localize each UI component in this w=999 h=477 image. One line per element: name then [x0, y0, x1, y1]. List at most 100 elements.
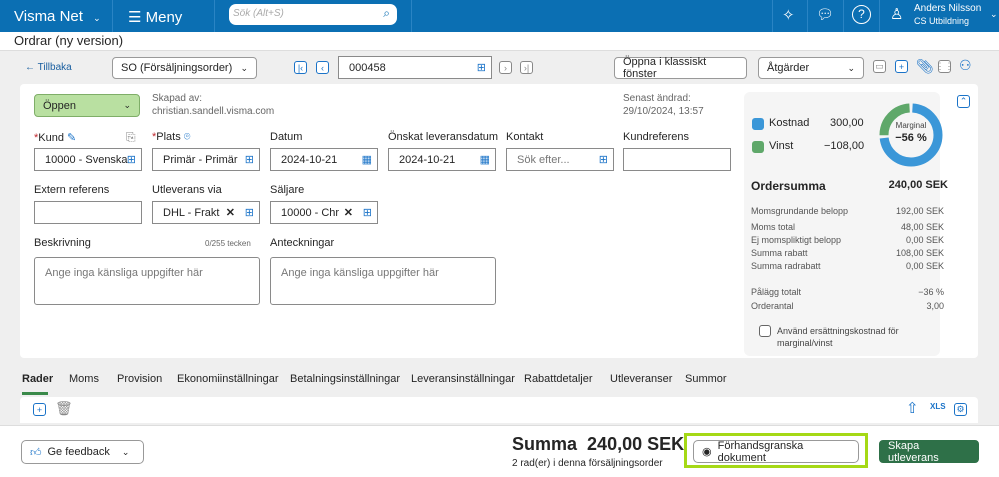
leverans-input[interactable]: 2024-10-21 ▦ [388, 148, 496, 171]
actions-label: Åtgärder [767, 62, 810, 74]
user-settings-icon[interactable]: ⚇ [959, 57, 972, 74]
excel-export-icon[interactable]: XLS [930, 402, 946, 411]
menu-button[interactable]: ☰ Meny [128, 8, 182, 26]
last-record-icon[interactable]: ›| [520, 61, 533, 74]
active-tab-indicator [22, 392, 48, 395]
beskrivning-textarea[interactable]: Ange inga känsliga uppgifter här [34, 257, 260, 305]
lookup-icon[interactable]: ⊞ [127, 153, 136, 166]
tab-utleveranser[interactable]: Utleveranser [610, 373, 672, 385]
collapse-chevron-up-icon[interactable]: ⌃ [957, 95, 970, 108]
datum-label: Datum [270, 131, 303, 143]
search-input[interactable]: Sök (Alt+S) ⌕ [229, 4, 397, 25]
lookup-icon[interactable]: ⊞ [477, 61, 486, 74]
datum-input[interactable]: 2024-10-21 ▦ [270, 148, 378, 171]
order-number-value: 000458 [349, 61, 386, 74]
add-line-icon[interactable]: + [33, 403, 46, 416]
calendar-icon[interactable]: ▦ [480, 153, 490, 166]
summary-row-label: Pålägg totalt [751, 287, 802, 297]
lookup-icon[interactable]: ⊞ [245, 206, 254, 219]
create-delivery-button[interactable]: Skapa utleverans [879, 440, 979, 464]
tab-rabattdetaljer[interactable]: Rabattdetaljer [524, 373, 593, 385]
kontakt-input[interactable]: Sök efter... ⊞ [506, 148, 614, 171]
column-settings-icon[interactable]: ⚙ [954, 403, 967, 416]
kundref-input[interactable] [623, 148, 731, 171]
location-pin-icon[interactable]: ⌾ [184, 131, 191, 143]
utlev-label: Utleverans via [152, 184, 222, 196]
modified-label: Senast ändrad: [623, 93, 691, 104]
title-bar: Ordrar (ny version) [0, 32, 999, 51]
saljare-input[interactable]: 10000 - Chr ✕ ⊞ [270, 201, 378, 224]
tab-betalningsinställningar[interactable]: Betalningsinställningar [290, 373, 400, 385]
tab-leveransinställningar[interactable]: Leveransinställningar [411, 373, 515, 385]
first-record-icon[interactable]: |‹ [294, 61, 307, 74]
total-sum: Summa 240,00 SEK [512, 434, 684, 455]
thumbs-up-icon: 👍︎ [30, 446, 42, 459]
ordersumma-value: 240,00 SEK [888, 179, 948, 191]
tab-rader[interactable]: Rader [22, 373, 53, 385]
chevron-down-icon: ⌄ [240, 62, 248, 73]
status-value: Öppen [43, 99, 77, 112]
delete-icon[interactable]: 🗑︎ [55, 400, 73, 417]
status-dropdown[interactable]: Öppen ⌄ [34, 94, 140, 117]
summary-row: Ej momspliktigt belopp 0,00 SEK [751, 235, 944, 245]
replacement-cost-label: Använd ersättningskostnad för marginal/v… [777, 326, 899, 348]
chevron-down-icon[interactable]: ⌄ [990, 9, 998, 20]
lookup-icon[interactable]: ⊞ [245, 153, 254, 166]
order-number-input[interactable]: 000458 ⊞ [338, 56, 492, 79]
back-link[interactable]: ← Tillbaka [25, 62, 72, 73]
feedback-button[interactable]: 👍︎ Ge feedback ⌄ [21, 440, 144, 464]
plats-input[interactable]: Primär - Primär ⊞ [152, 148, 260, 171]
calendar-grid-icon[interactable]: ⋮⋮ [936, 60, 954, 73]
summary-row-label: Ej momspliktigt belopp [751, 235, 842, 245]
summary-row-value: 48,00 SEK [900, 222, 944, 232]
search-icon[interactable]: ⌕ [383, 6, 390, 21]
actions-dropdown[interactable]: Åtgärder ⌄ [758, 57, 864, 79]
tab-ekonomiinställningar[interactable]: Ekonomiinställningar [177, 373, 279, 385]
replacement-cost-checkbox[interactable] [759, 325, 771, 337]
anteckningar-textarea[interactable]: Ange inga känsliga uppgifter här [270, 257, 496, 305]
lookup-icon[interactable]: ⊞ [599, 153, 608, 166]
feedback-label: Ge feedback [47, 446, 110, 458]
chat-icon[interactable]: 💬︎ [816, 6, 834, 23]
back-label: Tillbaka [37, 62, 72, 73]
order-type-select[interactable]: SO (Försäljningsorder) ⌄ [112, 57, 257, 79]
summary-row-label: Moms total [751, 222, 796, 232]
kund-input[interactable]: 10000 - Svenska ⊞ [34, 148, 142, 171]
saljare-label: Säljare [270, 184, 305, 196]
vinst-swatch [752, 141, 764, 153]
clear-icon[interactable]: ✕ [226, 206, 235, 219]
brand: Visma Net [14, 8, 83, 25]
tab-moms[interactable]: Moms [69, 373, 99, 385]
lookup-icon[interactable]: ⊞ [363, 206, 372, 219]
created-by-value: christian.sandell.visma.com [152, 106, 275, 117]
sparkle-icon[interactable]: ✧ [782, 6, 795, 24]
edit-pencil-icon[interactable]: ✎ [67, 132, 76, 144]
utlev-input[interactable]: DHL - Frakt ✕ ⊞ [152, 201, 260, 224]
calendar-icon[interactable]: ▦ [362, 153, 372, 166]
preview-label: Förhandsgranska dokument [717, 439, 804, 464]
attachment-icon[interactable]: 📎︎ [916, 58, 934, 75]
preview-document-button[interactable]: ◉ Förhandsgranska dokument [693, 439, 859, 464]
open-classic-button[interactable]: Öppna i klassiskt fönster [614, 56, 747, 80]
summary-panel: Kostnad 300,00 Vinst −108,00 Marginal −5… [744, 92, 948, 356]
created-by-label: Skapad av: [152, 93, 203, 104]
brand-switcher[interactable]: Visma Net ⌄ [14, 8, 101, 25]
next-record-icon[interactable]: › [499, 61, 512, 74]
copy-icon[interactable]: ⎘ [126, 130, 136, 145]
chevron-down-icon: ⌄ [121, 446, 130, 457]
summary-row-value: 108,00 SEK [895, 248, 944, 258]
summary-row: Orderantal 3,00 [751, 301, 944, 311]
upload-icon[interactable]: ⇧ [906, 399, 919, 417]
previous-record-icon[interactable]: ‹ [316, 61, 329, 74]
clear-icon[interactable]: ✕ [344, 206, 353, 219]
user-menu[interactable]: Anders Nilsson CS Utbildning [914, 3, 981, 27]
save-icon[interactable]: ▭ [873, 60, 886, 73]
kund-label-text: Kund [38, 132, 64, 144]
add-icon[interactable]: + [895, 60, 908, 73]
extref-input[interactable] [34, 201, 142, 224]
help-icon[interactable]: ? [852, 5, 871, 24]
tab-provision[interactable]: Provision [117, 373, 162, 385]
summa-label: Summa [512, 434, 578, 454]
tab-summor[interactable]: Summor [685, 373, 727, 385]
beskrivning-placeholder: Ange inga känsliga uppgifter här [45, 267, 203, 279]
